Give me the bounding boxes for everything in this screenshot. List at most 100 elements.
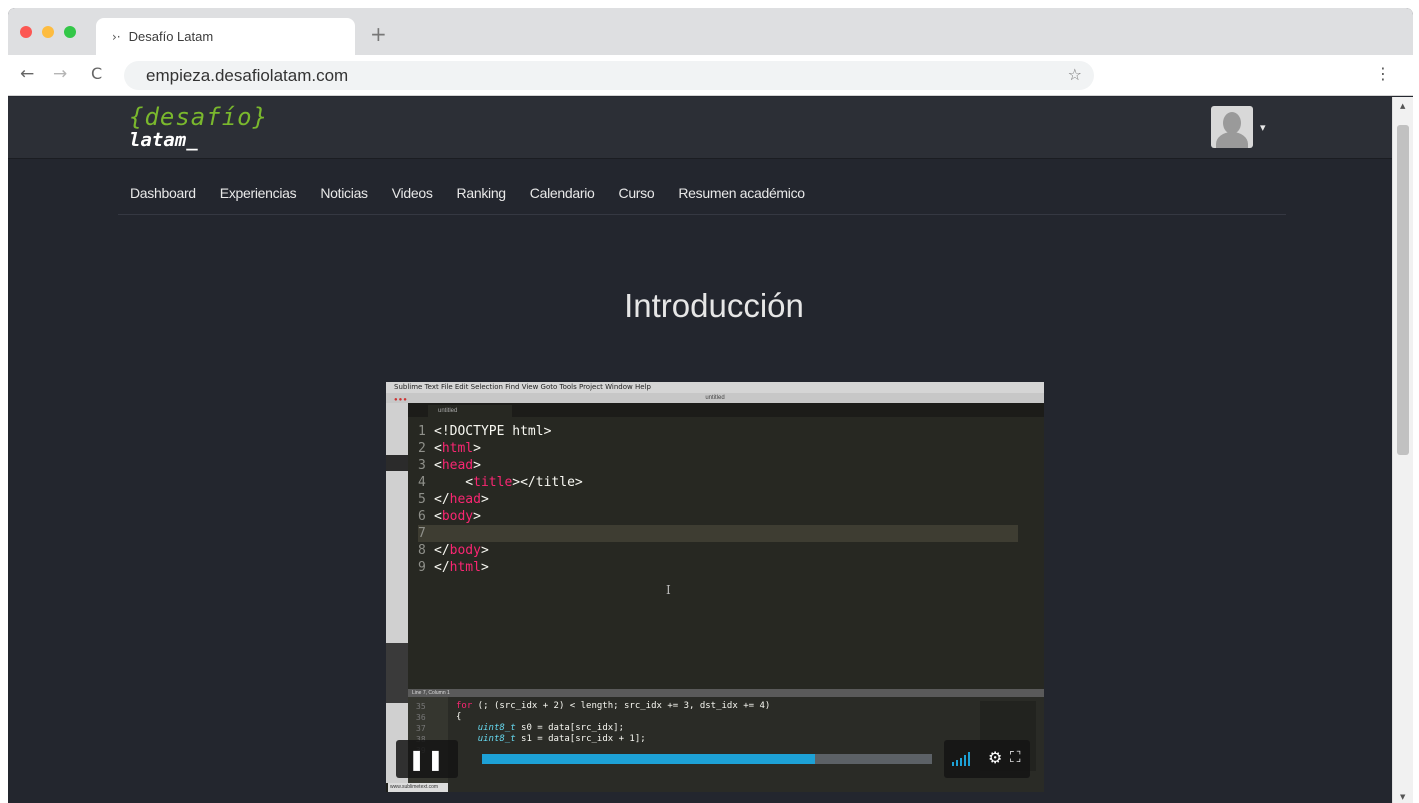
video-progress-fill — [482, 754, 815, 764]
logo-top-text: {desafío} — [129, 103, 269, 131]
code-text: < — [434, 475, 474, 490]
browser-tab[interactable]: ›· Desafío Latam — [96, 18, 355, 55]
code-tag-name: html — [449, 560, 481, 575]
scroll-thumb[interactable] — [1397, 125, 1409, 455]
code-tag-name: head — [449, 492, 481, 507]
video-window-title: untitled — [705, 395, 725, 401]
code-text: < — [434, 509, 442, 524]
code-line: 6 <body> — [418, 508, 1018, 525]
code-tag-name: body — [441, 509, 474, 524]
code-text: > — [473, 458, 481, 473]
nav-item-ranking[interactable]: Ranking — [445, 168, 518, 215]
code-text: </ — [434, 560, 450, 575]
code-text: ></title> — [512, 475, 583, 490]
user-menu-caret-icon[interactable]: ▾ — [1260, 121, 1266, 134]
new-tab-button[interactable]: + — [370, 22, 387, 46]
video-mac-menu-text: Sublime Text File Edit Selection Find Vi… — [394, 383, 651, 391]
line-number: 9 — [418, 560, 426, 575]
editor-tab-bar: untitled — [408, 403, 1044, 417]
nav-item-noticias[interactable]: Noticias — [308, 168, 379, 215]
nav-item-resumen-academico[interactable]: Resumen académico — [666, 168, 816, 215]
editor-tab: untitled — [428, 405, 512, 417]
tab-title: Desafío Latam — [128, 29, 214, 44]
code-tag-name: body — [449, 543, 481, 558]
video-window-titlebar: ●●● untitled — [386, 393, 1044, 403]
video-code-editor: untitled 1 <!DOCTYPE html> 2 <html> 3 <head> 4… — [408, 403, 1044, 689]
code-line: 4 <title></title> — [418, 474, 1018, 491]
browser-window: ›· Desafío Latam + ← → C empieza.desafio… — [8, 8, 1413, 803]
code-text: > — [473, 441, 481, 456]
code-tag-name: title — [473, 475, 513, 490]
avatar-head-shape — [1223, 112, 1241, 134]
line-number: 6 — [418, 509, 426, 524]
code-text: (; (src_idx + 2) < length; src_idx += 3,… — [472, 701, 771, 711]
code-text: </ — [434, 543, 450, 558]
code-line: 1 <!DOCTYPE html> — [418, 423, 1018, 440]
avatar-body-shape — [1216, 132, 1248, 148]
address-bar[interactable]: empieza.desafiolatam.com ☆ — [124, 61, 1094, 90]
video-controls-right: ⚙ ⛶ — [944, 740, 1030, 778]
code-line: 8 </body> — [418, 542, 1018, 559]
video-side-block — [386, 643, 408, 703]
code-line: 9 </html> — [418, 559, 1018, 576]
code-line: 3 <head> — [418, 457, 1018, 474]
line-number: 2 — [418, 441, 426, 456]
line-number: 8 — [418, 543, 426, 558]
line-number: 4 — [418, 475, 426, 490]
browser-menu-icon[interactable]: ⋮ — [1375, 64, 1391, 83]
scroll-down-arrow-icon[interactable]: ▼ — [1400, 793, 1405, 801]
back-arrow-icon[interactable]: ← — [20, 64, 34, 84]
nav-item-experiencias[interactable]: Experiencias — [208, 168, 309, 215]
volume-icon[interactable] — [952, 752, 970, 766]
maximize-window-button[interactable] — [64, 26, 76, 38]
nav-item-curso[interactable]: Curso — [607, 168, 667, 215]
editor-code: 1 <!DOCTYPE html> 2 <html> 3 <head> 4 <title><… — [418, 423, 1018, 576]
code-keyword: for — [456, 701, 473, 711]
reload-icon[interactable]: C — [91, 64, 102, 83]
nav-item-calendario[interactable]: Calendario — [518, 168, 607, 215]
tab-strip: ›· Desafío Latam + — [8, 8, 1413, 55]
code-text: > — [480, 560, 489, 575]
video-progress-bar[interactable] — [482, 754, 932, 764]
nav-item-dashboard[interactable]: Dashboard — [118, 168, 208, 215]
code-tag-name: html — [441, 441, 474, 456]
line-number: 3 — [418, 458, 426, 473]
nav-item-videos[interactable]: Videos — [380, 168, 445, 215]
site-favicon-icon: ›· — [112, 29, 121, 44]
scroll-up-arrow-icon[interactable]: ▲ — [1400, 102, 1405, 110]
code-line: 7 — [418, 525, 1018, 542]
fullscreen-icon[interactable]: ⛶ — [1010, 748, 1021, 766]
line-number: 5 — [418, 492, 426, 507]
video-controls: ❚❚ ⚙ ⛶ — [396, 740, 1034, 784]
code-text: < — [434, 458, 442, 473]
video-player[interactable]: Sublime Text File Edit Selection Find Vi… — [386, 382, 1044, 792]
code-line: 5 </head> — [418, 491, 1018, 508]
code-text: s0 = data[src_idx]; — [515, 723, 624, 733]
bookmark-star-icon[interactable]: ☆ — [1068, 65, 1082, 84]
page-scrollbar[interactable]: ▲ ▼ — [1392, 97, 1413, 803]
video-side-strip — [386, 403, 408, 783]
line-number: 1 — [418, 424, 426, 439]
site-logo[interactable]: {desafío} latam_ — [129, 105, 268, 150]
url-text[interactable]: empieza.desafiolatam.com — [146, 66, 348, 86]
video-side-block — [386, 455, 408, 471]
page-title: Introducción — [624, 287, 804, 324]
bottom-code-text: for (; (src_idx + 2) < length; src_idx +… — [456, 701, 770, 745]
code-line: 2 <html> — [418, 440, 1018, 457]
main-nav: Dashboard Experiencias Noticias Videos R… — [118, 168, 1286, 215]
close-window-button[interactable] — [20, 26, 32, 38]
text-cursor-icon: I — [666, 583, 671, 597]
forward-arrow-icon[interactable]: → — [53, 64, 67, 84]
editor-status-bar: Line 7, Column 1 — [408, 689, 1044, 697]
minimize-window-button[interactable] — [42, 26, 54, 38]
gear-icon[interactable]: ⚙ — [988, 748, 1002, 767]
line-number: 7 — [418, 526, 426, 541]
code-text: </ — [434, 492, 450, 507]
pause-button[interactable]: ❚❚ — [396, 740, 458, 778]
video-source-url: www.sublimetext.com — [388, 783, 448, 792]
web-page: {desafío} latam_ ▾ Dashboard Experiencia… — [8, 97, 1392, 803]
user-avatar[interactable] — [1211, 106, 1253, 148]
code-text: > — [480, 492, 489, 507]
browser-toolbar: ← → C empieza.desafiolatam.com ☆ ⋮ — [8, 55, 1413, 96]
code-tag-name: head — [441, 458, 474, 473]
